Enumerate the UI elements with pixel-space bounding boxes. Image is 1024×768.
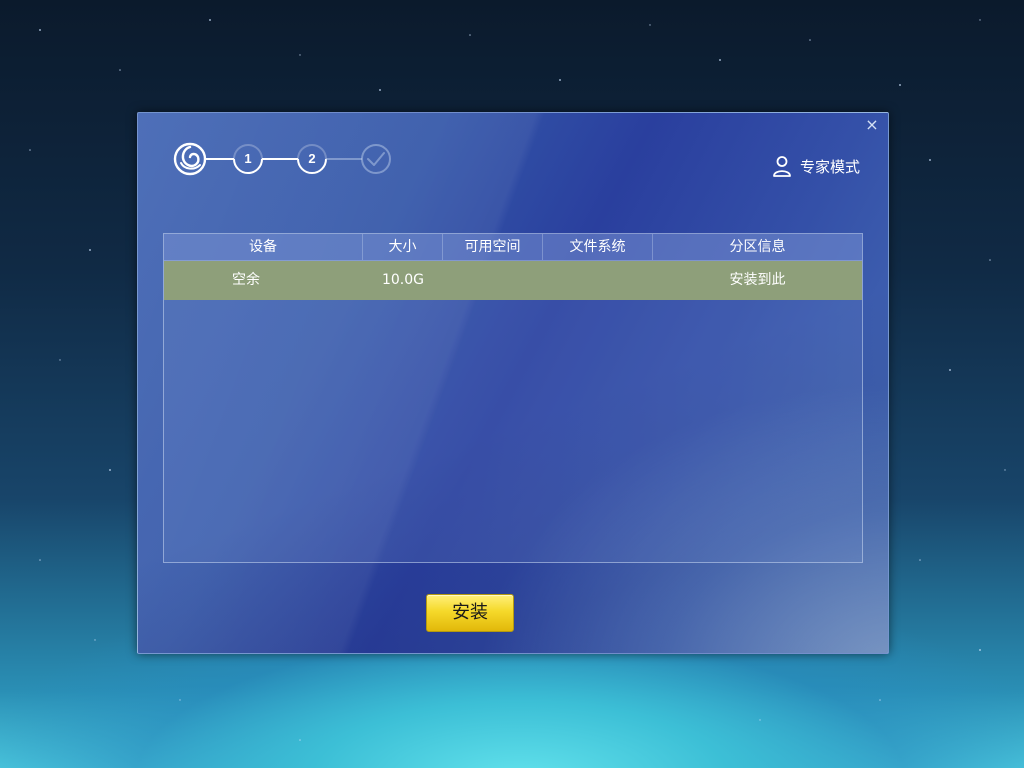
cell-size: 10.0G (381, 272, 425, 288)
column-header-partition-info: 分区信息 (729, 239, 786, 255)
step-1-label: 1 (244, 151, 251, 166)
desktop-background: × 1 2 专家模式 设备 大小 可用空间 文件系统 分区信息 空余 10.0G… (0, 0, 1024, 768)
cell-spacer (328, 261, 363, 300)
install-stepper: 1 2 (173, 142, 391, 176)
cell-filesystem (543, 261, 653, 300)
column-header-size: 大小 (363, 234, 443, 260)
cell-free-space (443, 261, 543, 300)
table-header: 设备 大小 可用空间 文件系统 分区信息 (164, 234, 862, 261)
partition-table: 设备 大小 可用空间 文件系统 分区信息 空余 10.0G 安装到此 (163, 233, 863, 563)
cell-partition-info: 安装到此 (729, 272, 786, 288)
step-2-label: 2 (308, 151, 315, 166)
table-row[interactable]: 空余 10.0G 安装到此 (164, 261, 862, 300)
close-button[interactable]: × (864, 117, 880, 133)
user-icon (773, 156, 791, 177)
swirl-logo-icon (173, 142, 207, 176)
column-header-free-space: 可用空间 (443, 234, 543, 260)
checkmark-icon (361, 144, 391, 174)
column-header-filesystem: 文件系统 (543, 234, 653, 260)
expert-mode-button[interactable]: 专家模式 (772, 155, 860, 177)
installer-dialog: × 1 2 专家模式 设备 大小 可用空间 文件系统 分区信息 空余 10.0G… (137, 112, 889, 654)
install-button[interactable]: 安装 (426, 594, 514, 632)
column-header-device: 设备 (164, 234, 363, 260)
expert-mode-label: 专家模式 (799, 157, 860, 176)
cell-device: 空余 (232, 272, 260, 288)
